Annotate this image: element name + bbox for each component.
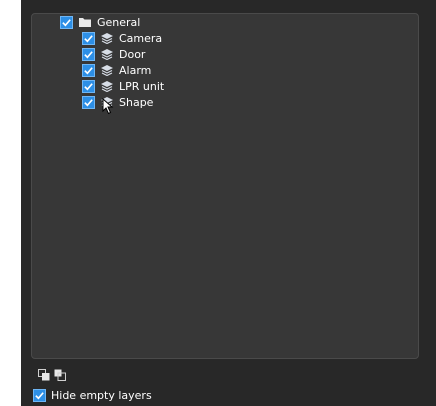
alarm-checkbox[interactable] bbox=[82, 63, 95, 77]
send-to-back-icon bbox=[54, 369, 66, 381]
bring-to-front-icon bbox=[38, 369, 50, 381]
tree-node-lpr-unit[interactable]: LPR unit bbox=[82, 78, 164, 94]
layer-icon bbox=[101, 65, 113, 76]
tree-node-label: Camera bbox=[119, 31, 163, 45]
tree-node-general[interactable]: General bbox=[60, 14, 140, 30]
layer-icon bbox=[101, 81, 113, 92]
tree-node-shape[interactable]: Shape bbox=[82, 94, 153, 110]
mouse-cursor-icon bbox=[102, 98, 114, 115]
hide-empty-layers-label: Hide empty layers bbox=[51, 388, 152, 402]
layer-icon bbox=[101, 33, 113, 44]
door-checkbox[interactable] bbox=[82, 47, 95, 61]
hide-empty-layers-option[interactable]: Hide empty layers bbox=[33, 387, 152, 403]
shape-checkbox[interactable] bbox=[82, 95, 95, 109]
lpr-unit-checkbox[interactable] bbox=[82, 79, 95, 93]
camera-checkbox[interactable] bbox=[82, 31, 95, 45]
tree-node-label: General bbox=[97, 15, 141, 29]
tree-node-label: Alarm bbox=[119, 63, 152, 77]
tree-node-label: Door bbox=[119, 47, 146, 61]
general-checkbox[interactable] bbox=[60, 15, 73, 29]
tree-node-door[interactable]: Door bbox=[82, 46, 145, 62]
hide-empty-layers-checkbox[interactable] bbox=[33, 388, 46, 402]
tree-node-alarm[interactable]: Alarm bbox=[82, 62, 151, 78]
send-to-back-button[interactable] bbox=[54, 366, 66, 381]
tree-node-label: Shape bbox=[119, 95, 154, 109]
folder-icon bbox=[79, 18, 91, 27]
bring-to-front-button[interactable] bbox=[38, 366, 50, 381]
layer-tree[interactable]: General Camera Door Alarm LPR unit Shape bbox=[31, 13, 419, 359]
tree-node-camera[interactable]: Camera bbox=[82, 30, 162, 46]
tree-node-label: LPR unit bbox=[119, 79, 165, 93]
layer-icon bbox=[101, 49, 113, 60]
